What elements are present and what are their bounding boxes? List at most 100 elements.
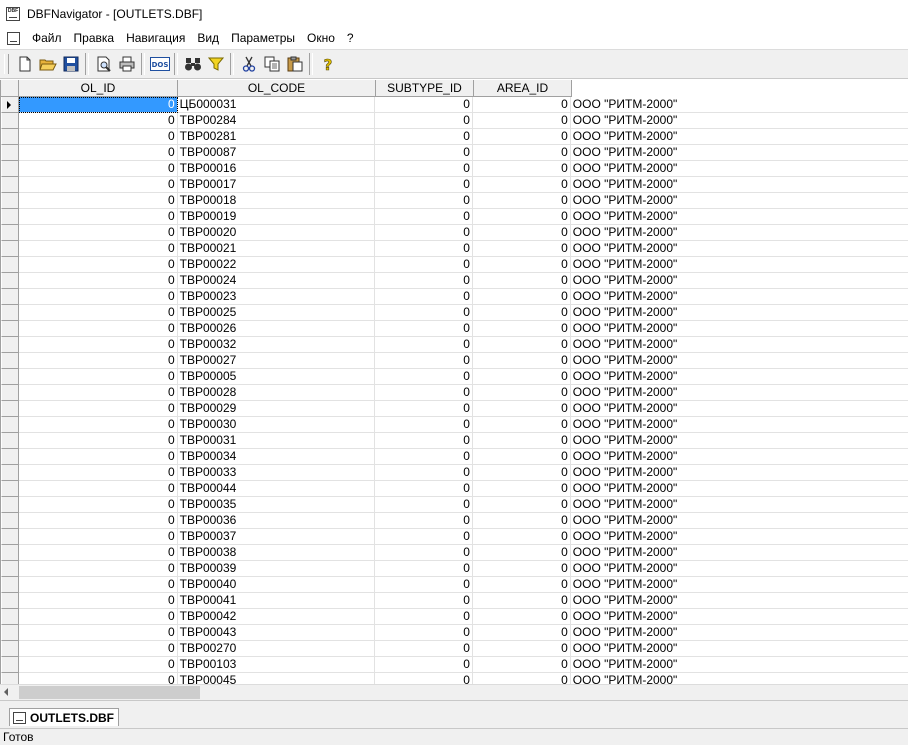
cell-subtype-id[interactable]: 0	[375, 337, 473, 353]
cell-area-id[interactable]: 0	[472, 97, 571, 113]
cell-ol-code[interactable]: ТВР00032	[177, 337, 376, 353]
cell-area-id[interactable]: 0	[472, 561, 571, 577]
table-row[interactable]: 0 ТВР00042 0 0 ООО "РИТМ-2000"	[1, 609, 908, 625]
cell-subtype-id[interactable]: 0	[375, 257, 473, 273]
cell-area-name[interactable]: ООО "РИТМ-2000"	[570, 353, 908, 369]
cell-area-id[interactable]: 0	[473, 673, 571, 684]
cell-ol-id[interactable]: 0	[18, 337, 178, 353]
cell-area-name[interactable]: ООО "РИТМ-2000"	[570, 129, 908, 145]
cell-ol-id[interactable]: 0	[18, 481, 178, 497]
cell-area-id[interactable]: 0	[472, 321, 571, 337]
cell-ol-code[interactable]: ТВР00029	[177, 401, 376, 417]
table-row[interactable]: 0 ТВР00020 0 0 ООО "РИТМ-2000"	[1, 225, 908, 241]
cell-area-name[interactable]: ООО "РИТМ-2000"	[570, 177, 908, 193]
cell-area-id[interactable]: 0	[472, 145, 571, 161]
cell-ol-code[interactable]: ТВР00016	[177, 161, 376, 177]
table-row[interactable]: 0 ТВР00040 0 0 ООО "РИТМ-2000"	[1, 577, 908, 593]
table-row[interactable]: 0 ТВР00284 0 0 ООО "РИТМ-2000"	[1, 113, 908, 129]
row-indicator[interactable]	[1, 129, 19, 145]
cell-ol-code[interactable]: ТВР00087	[177, 145, 376, 161]
save-button[interactable]	[59, 53, 82, 75]
data-grid[interactable]: OL_ID OL_CODE SUBTYPE_ID AREA_ID 0 ЦБ0000…	[0, 80, 908, 684]
row-indicator[interactable]	[1, 321, 19, 337]
table-row[interactable]: 0 ТВР00045 0 0 ООО "РИТМ-2000"	[1, 673, 908, 684]
cell-subtype-id[interactable]: 0	[375, 369, 473, 385]
cell-ol-code[interactable]: ТВР00028	[177, 385, 376, 401]
cell-subtype-id[interactable]: 0	[375, 241, 473, 257]
cell-ol-code[interactable]: ТВР00020	[177, 225, 376, 241]
cell-ol-id[interactable]: 0	[18, 113, 178, 129]
cell-ol-code[interactable]: ЦБ000031	[177, 97, 376, 113]
cell-area-name[interactable]: ООО "РИТМ-2000"	[570, 337, 908, 353]
cell-area-name[interactable]: ООО "РИТМ-2000"	[570, 97, 908, 113]
cell-ol-id[interactable]: 0	[18, 545, 178, 561]
cell-area-id[interactable]: 0	[472, 193, 571, 209]
menu-help[interactable]: ?	[341, 28, 360, 48]
cell-area-id[interactable]: 0	[472, 513, 571, 529]
row-indicator[interactable]	[1, 193, 19, 209]
cell-ol-code[interactable]: ТВР00037	[177, 529, 376, 545]
cell-ol-code[interactable]: ТВР00018	[177, 193, 376, 209]
cell-ol-id[interactable]: 0	[18, 129, 178, 145]
cell-area-name[interactable]: ООО "РИТМ-2000"	[570, 193, 908, 209]
cell-ol-code[interactable]: ТВР00033	[177, 465, 376, 481]
table-row[interactable]: 0 ТВР00035 0 0 ООО "РИТМ-2000"	[1, 497, 908, 513]
row-indicator[interactable]	[1, 289, 19, 305]
cell-area-id[interactable]: 0	[472, 353, 571, 369]
cell-area-id[interactable]: 0	[472, 385, 571, 401]
cell-area-name[interactable]: ООО "РИТМ-2000"	[571, 673, 908, 684]
row-indicator[interactable]	[1, 625, 19, 641]
cell-area-id[interactable]: 0	[472, 417, 571, 433]
cell-area-name[interactable]: ООО "РИТМ-2000"	[570, 417, 908, 433]
cell-ol-id[interactable]: 0	[18, 641, 178, 657]
table-row[interactable]: 0 ТВР00031 0 0 ООО "РИТМ-2000"	[1, 433, 908, 449]
cell-area-id[interactable]: 0	[472, 641, 571, 657]
row-indicator[interactable]	[1, 641, 19, 657]
cell-subtype-id[interactable]: 0	[375, 321, 473, 337]
cell-ol-id[interactable]: 0	[18, 209, 178, 225]
cell-ol-code[interactable]: ТВР00270	[177, 641, 376, 657]
cell-ol-code[interactable]: ТВР00038	[177, 545, 376, 561]
cell-ol-id[interactable]: 0	[18, 433, 178, 449]
cell-ol-code[interactable]: ТВР00036	[177, 513, 376, 529]
cell-area-name[interactable]: ООО "РИТМ-2000"	[570, 465, 908, 481]
cell-ol-code[interactable]: ТВР00041	[177, 593, 376, 609]
cell-subtype-id[interactable]: 0	[375, 561, 473, 577]
cell-ol-code[interactable]: ТВР00043	[177, 625, 376, 641]
table-row[interactable]: 0 ТВР00005 0 0 ООО "РИТМ-2000"	[1, 369, 908, 385]
cell-ol-id[interactable]: 0	[18, 465, 178, 481]
table-row[interactable]: 0 ТВР00021 0 0 ООО "РИТМ-2000"	[1, 241, 908, 257]
cell-ol-id[interactable]: 0	[18, 241, 178, 257]
row-indicator[interactable]	[1, 609, 19, 625]
cell-subtype-id[interactable]: 0	[375, 657, 473, 673]
cell-area-name[interactable]: ООО "РИТМ-2000"	[570, 577, 908, 593]
table-row[interactable]: 0 ТВР00016 0 0 ООО "РИТМ-2000"	[1, 161, 908, 177]
table-row[interactable]: 0 ТВР00027 0 0 ООО "РИТМ-2000"	[1, 353, 908, 369]
table-row[interactable]: 0 ТВР00037 0 0 ООО "РИТМ-2000"	[1, 529, 908, 545]
cell-ol-code[interactable]: ТВР00034	[177, 449, 376, 465]
table-row[interactable]: 0 ТВР00017 0 0 ООО "РИТМ-2000"	[1, 177, 908, 193]
cell-subtype-id[interactable]: 0	[375, 113, 473, 129]
cell-subtype-id[interactable]: 0	[375, 273, 473, 289]
table-row[interactable]: 0 ТВР00103 0 0 ООО "РИТМ-2000"	[1, 657, 908, 673]
cell-area-name[interactable]: ООО "РИТМ-2000"	[570, 241, 908, 257]
menu-window[interactable]: Окно	[301, 28, 341, 48]
cell-area-id[interactable]: 0	[472, 529, 571, 545]
table-row[interactable]: 0 ТВР00270 0 0 ООО "РИТМ-2000"	[1, 641, 908, 657]
cell-ol-id[interactable]: 0	[18, 369, 178, 385]
tab-outlets-dbf[interactable]: OUTLETS.DBF	[9, 708, 119, 726]
cell-area-name[interactable]: ООО "РИТМ-2000"	[570, 161, 908, 177]
filter-button[interactable]	[204, 53, 227, 75]
cell-subtype-id[interactable]: 0	[375, 305, 473, 321]
cell-area-id[interactable]: 0	[472, 257, 571, 273]
new-file-button[interactable]	[13, 53, 36, 75]
cell-area-name[interactable]: ООО "РИТМ-2000"	[570, 433, 908, 449]
table-row[interactable]: 0 ТВР00281 0 0 ООО "РИТМ-2000"	[1, 129, 908, 145]
find-button[interactable]	[181, 53, 204, 75]
cell-area-id[interactable]: 0	[472, 177, 571, 193]
cell-ol-id[interactable]: 0	[18, 225, 178, 241]
row-indicator[interactable]	[1, 161, 19, 177]
row-indicator[interactable]	[1, 177, 19, 193]
cell-area-name[interactable]: ООО "РИТМ-2000"	[570, 273, 908, 289]
cell-area-name[interactable]: ООО "РИТМ-2000"	[570, 609, 908, 625]
